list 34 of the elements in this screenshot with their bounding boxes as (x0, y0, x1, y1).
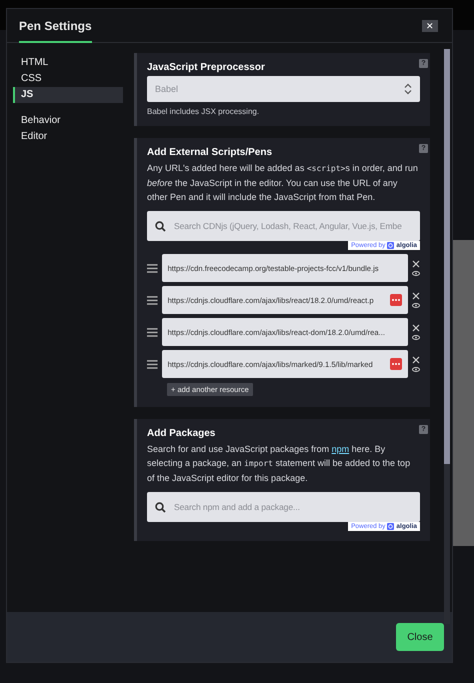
drag-handle-icon[interactable] (147, 264, 158, 272)
algolia-logo-icon (387, 242, 394, 249)
close-icon[interactable] (412, 292, 420, 300)
section-title: JavaScript Preprocessor (147, 62, 266, 73)
eye-icon[interactable] (412, 303, 420, 308)
sidebar-item[interactable]: JS (13, 87, 123, 103)
sidebar-item[interactable]: Editor (13, 129, 123, 145)
preprocessor-note: Babel includes JSX processing. (147, 107, 260, 116)
drag-handle-icon[interactable] (147, 360, 158, 368)
drag-handle-icon[interactable] (147, 296, 158, 304)
sidebar-item[interactable]: HTML (13, 55, 123, 71)
dialog-title: Pen Settings (19, 10, 92, 43)
section-description: Search for and use JavaScript packages from npm here. By selecting a package, an import statement will be added to the top of the JavaScript editor for this package. (147, 443, 412, 485)
search-icon (155, 220, 166, 232)
close-button[interactable]: ✕ (422, 20, 438, 32)
close-button[interactable]: Close (396, 623, 444, 651)
npm-link[interactable]: npm (332, 444, 350, 454)
section-title: Add External Scripts/Pens (147, 147, 274, 158)
search-icon (155, 502, 166, 512)
dots-icon[interactable] (390, 294, 402, 306)
algolia-logo-icon (387, 523, 394, 530)
close-icon[interactable] (412, 356, 420, 364)
sidebar-item[interactable]: Behavior (13, 113, 123, 129)
eye-icon[interactable] (412, 335, 420, 340)
up-down-chevron-icon (404, 83, 412, 95)
drag-handle-icon[interactable] (147, 328, 158, 336)
close-icon[interactable] (412, 260, 420, 268)
dots-icon[interactable] (390, 358, 402, 370)
sidebar-item[interactable]: CSS (13, 71, 123, 87)
section-title: Add Packages (147, 428, 216, 439)
section-description: Any URL's added here will be added as <script>s in order, and run before the JavaScript in the editor. You can use the URL of any other Pen and it will include the JavaScript from that Pen. (147, 162, 419, 204)
eye-icon[interactable] (412, 271, 420, 276)
eye-icon[interactable] (412, 367, 420, 372)
close-icon[interactable] (412, 324, 420, 332)
